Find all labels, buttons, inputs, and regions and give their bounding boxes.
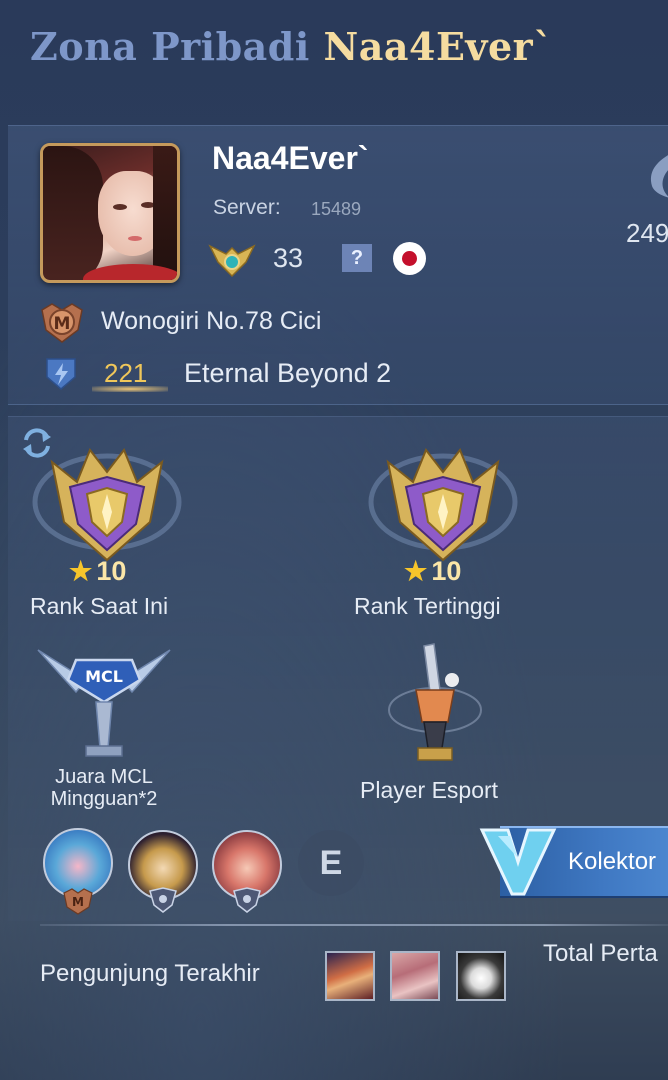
esport-trophy-icon[interactable] bbox=[380, 640, 490, 770]
player-avatar[interactable] bbox=[40, 143, 180, 283]
m-badge-icon: M bbox=[63, 888, 93, 915]
e-emblem-icon[interactable]: E bbox=[298, 830, 364, 896]
highest-rank-stars: ★ 10 bbox=[404, 556, 461, 587]
highest-rank-label: Rank Tertinggi bbox=[354, 593, 501, 619]
credit-score: 221 bbox=[104, 358, 148, 388]
player-level: 33 bbox=[273, 243, 304, 273]
page-title: Zona Pribadi Naa4Ever` bbox=[30, 24, 553, 69]
current-rank-stars: ★ 10 bbox=[69, 556, 126, 587]
hero-emblem-icon bbox=[233, 887, 261, 913]
credit-title: Eternal Beyond 2 bbox=[184, 358, 392, 388]
visitor-avatar-2[interactable] bbox=[390, 951, 440, 1001]
title-player-name: Naa4Ever` bbox=[323, 24, 553, 69]
player-username: Naa4Ever` bbox=[212, 140, 369, 176]
total-matches-label: Total Perta bbox=[543, 940, 658, 967]
star-icon: ★ bbox=[69, 556, 93, 586]
title-prefix: Zona Pribadi bbox=[30, 24, 310, 69]
star-icon: ★ bbox=[404, 556, 428, 586]
level-badge-icon bbox=[208, 244, 256, 278]
svg-text:M: M bbox=[72, 895, 84, 909]
visitor-avatar-3[interactable] bbox=[456, 951, 506, 1001]
credit-shield-icon bbox=[46, 358, 76, 390]
squad-m-icon: M bbox=[41, 303, 83, 343]
recent-visitors-label: Pengunjung Terakhir bbox=[40, 960, 260, 987]
japan-flag-icon bbox=[393, 242, 426, 275]
mcl-trophy-icon[interactable]: MCL bbox=[36, 640, 172, 764]
section-divider bbox=[40, 924, 668, 926]
side-stat-value: 249 bbox=[626, 218, 668, 248]
current-rank-star-count: 10 bbox=[96, 556, 127, 586]
hero-emblem-icon bbox=[149, 887, 177, 913]
help-icon[interactable]: ? bbox=[342, 244, 372, 272]
credit-glow bbox=[92, 386, 168, 392]
visitor-avatar-1[interactable] bbox=[325, 951, 375, 1001]
server-value: 15489 bbox=[311, 199, 362, 219]
side-stat-icon bbox=[651, 155, 668, 198]
mcl-achievement-label: Juara MCL Mingguan*2 bbox=[50, 766, 158, 810]
collector-v-icon bbox=[479, 828, 557, 896]
svg-text:MCL: MCL bbox=[85, 667, 123, 686]
server-label: Server: bbox=[213, 196, 281, 219]
svg-text:M: M bbox=[54, 314, 71, 334]
squad-name[interactable]: Wonogiri No.78 Cici bbox=[101, 307, 321, 336]
highest-rank-star-count: 10 bbox=[431, 556, 462, 586]
esport-achievement-label: Player Esport bbox=[360, 777, 499, 803]
collector-label[interactable]: Kolektor bbox=[568, 848, 656, 876]
current-rank-label: Rank Saat Ini bbox=[30, 593, 169, 619]
